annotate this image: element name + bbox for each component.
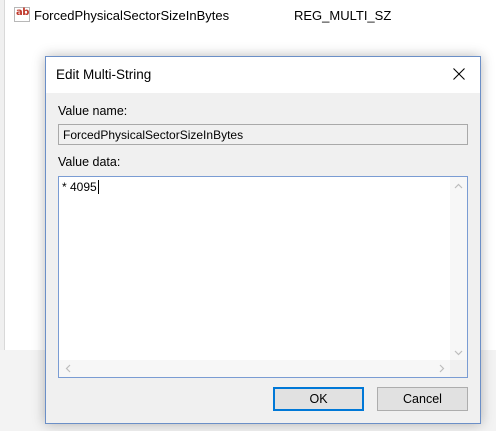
edit-multi-string-dialog: Edit Multi-String Value name: ForcedPhys…	[45, 56, 481, 424]
registry-value-type: REG_MULTI_SZ	[294, 8, 392, 23]
cancel-button[interactable]: Cancel	[377, 387, 468, 411]
value-name-field: ForcedPhysicalSectorSizeInBytes	[58, 124, 468, 145]
scrollbar-corner	[450, 360, 467, 377]
close-icon	[453, 68, 465, 80]
text-caret	[97, 180, 99, 194]
scroll-up-arrow-icon[interactable]	[450, 177, 467, 194]
vertical-scrollbar[interactable]	[450, 177, 467, 361]
dialog-titlebar[interactable]: Edit Multi-String	[46, 57, 480, 93]
value-data-label: Value data:	[58, 155, 121, 169]
scroll-right-arrow-icon[interactable]	[433, 360, 450, 377]
value-name-label: Value name:	[58, 104, 128, 118]
ok-button[interactable]: OK	[273, 387, 364, 411]
scroll-left-arrow-icon[interactable]	[59, 360, 76, 377]
scroll-down-arrow-icon[interactable]	[450, 344, 467, 361]
horizontal-scrollbar[interactable]	[59, 360, 450, 377]
registry-value-name: ForcedPhysicalSectorSizeInBytes	[34, 8, 230, 23]
reg-string-icon: ab	[14, 7, 30, 22]
value-data-textarea[interactable]: * 4095	[58, 176, 468, 378]
list-left-edge	[0, 0, 5, 350]
close-button[interactable]	[446, 63, 472, 87]
dialog-title: Edit Multi-String	[56, 67, 152, 82]
registry-value-row[interactable]: ab ForcedPhysicalSectorSizeInBytes REG_M…	[14, 5, 484, 27]
reg-string-icon-glyph: ab	[16, 7, 29, 18]
value-data-text: * 4095	[62, 180, 99, 194]
